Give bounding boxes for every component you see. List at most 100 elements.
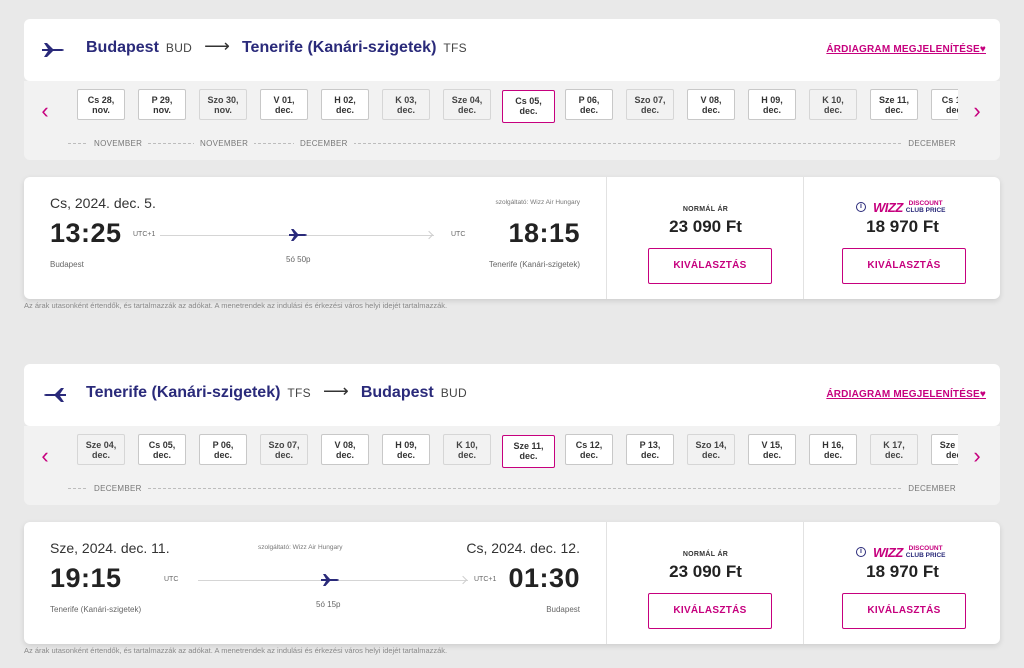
select-club-button[interactable]: KIVÁLASZTÁS bbox=[842, 593, 966, 629]
departure-timezone: UTC+1 bbox=[133, 231, 156, 238]
date-option-month: nov. bbox=[92, 105, 110, 115]
normal-price-label: NORMÁL ÁR bbox=[682, 551, 729, 558]
flight-duration: 5ó 15p bbox=[316, 600, 341, 609]
date-option[interactable]: P 06, dec. bbox=[565, 89, 613, 120]
date-option[interactable]: K 03, dec. bbox=[382, 89, 430, 120]
date-option-day: Sze 04, bbox=[85, 440, 117, 450]
date-option[interactable]: K 10, dec. bbox=[809, 89, 857, 120]
club-price-header: i WIZZ DISCOUNT CLUB PRICE bbox=[805, 199, 1000, 217]
price-chart-link[interactable]: ÁRDIAGRAM MEGJELENÍTÉSE♥ bbox=[826, 389, 986, 400]
date-option-day: P 06, bbox=[212, 440, 234, 450]
select-club-button[interactable]: KIVÁLASZTÁS bbox=[842, 248, 966, 284]
date-option[interactable]: Sze 11, dec. bbox=[502, 435, 555, 468]
outbound-date-list: Cs 28, nov. P 29, nov. Szo 30, nov. V 01, dec. H… bbox=[68, 89, 958, 123]
date-option[interactable]: V 08, dec. bbox=[687, 89, 735, 120]
price-chart-link[interactable]: ÁRDIAGRAM MEGJELENÍTÉSE♥ bbox=[826, 44, 986, 55]
date-option[interactable]: Cs 05, dec. bbox=[138, 434, 186, 465]
next-dates-button[interactable]: › bbox=[970, 445, 984, 467]
outbound-flight-card: Cs, 2024. dec. 5. szolgáltató: Wizz Air … bbox=[24, 177, 1000, 299]
club-logo-caption: DISCOUNT CLUB PRICE bbox=[906, 545, 946, 559]
date-option[interactable]: V 08, dec. bbox=[321, 434, 369, 465]
club-logo-line1: DISCOUNT bbox=[908, 545, 943, 552]
normal-price-box: NORMÁL ÁR 23 090 Ft KIVÁLASZTÁS bbox=[608, 522, 804, 644]
date-option-month: dec. bbox=[274, 450, 293, 460]
disclaimer-text: Az árak utasonként értendők, és tartalma… bbox=[24, 646, 448, 655]
next-dates-button[interactable]: › bbox=[970, 100, 984, 122]
date-option-month: dec. bbox=[519, 451, 538, 461]
date-option[interactable]: H 09, dec. bbox=[382, 434, 430, 465]
date-option-month: dec. bbox=[396, 450, 415, 460]
normal-price: 23 090 Ft bbox=[669, 217, 742, 236]
date-option[interactable]: Szo 30, nov. bbox=[199, 89, 247, 120]
date-option-day: Sze 11, bbox=[878, 95, 910, 105]
date-option-day: Cs 28, bbox=[87, 95, 115, 105]
date-option[interactable]: Szo 07, dec. bbox=[260, 434, 308, 465]
date-option-day: Szo 14, bbox=[695, 440, 727, 450]
date-option[interactable]: Szo 14, dec. bbox=[687, 434, 735, 465]
date-option-day: V 01, bbox=[273, 95, 295, 105]
date-option[interactable]: H 16, dec. bbox=[809, 434, 857, 465]
date-option[interactable]: Sze 04, dec. bbox=[77, 434, 125, 465]
date-option-month: dec. bbox=[152, 450, 171, 460]
prev-dates-button[interactable]: ‹ bbox=[38, 445, 52, 467]
date-option[interactable]: V 01, dec. bbox=[260, 89, 308, 120]
arrival-time: 01:30 bbox=[508, 563, 580, 593]
date-option[interactable]: K 10, dec. bbox=[443, 434, 491, 465]
date-option[interactable]: P 06, dec. bbox=[199, 434, 247, 465]
date-option-month: dec. bbox=[945, 105, 958, 115]
date-option-day: Cs 12, bbox=[575, 440, 603, 450]
date-option-month: dec. bbox=[274, 105, 293, 115]
normal-price: 23 090 Ft bbox=[669, 562, 742, 581]
date-option[interactable]: P 13, dec. bbox=[626, 434, 674, 465]
date-option-day: H 16, bbox=[822, 440, 844, 450]
date-option-month: dec. bbox=[335, 450, 354, 460]
club-price-header: i WIZZ DISCOUNT CLUB PRICE bbox=[805, 544, 1000, 562]
date-option[interactable]: Cs 28, nov. bbox=[77, 89, 125, 120]
date-option[interactable]: Cs 12,dec. bbox=[565, 434, 613, 465]
date-option-day: K 10, bbox=[456, 440, 478, 450]
date-option[interactable]: H 09, dec. bbox=[748, 89, 796, 120]
date-option[interactable]: H 02, dec. bbox=[321, 89, 369, 120]
date-option-day: Szo 07, bbox=[634, 95, 666, 105]
date-option-day: K 03, bbox=[395, 95, 417, 105]
date-option-day: Sze 04, bbox=[451, 95, 483, 105]
date-option-month: dec. bbox=[519, 106, 538, 116]
date-option-day: K 10, bbox=[822, 95, 844, 105]
price-chart-link-label: ÁRDIAGRAM MEGJELENÍTÉSE bbox=[826, 44, 980, 55]
date-option[interactable]: Cs 05, dec. bbox=[502, 90, 555, 123]
airplane-icon bbox=[289, 229, 307, 241]
date-option[interactable]: Szo 07, dec. bbox=[626, 89, 674, 120]
select-normal-button[interactable]: KIVÁLASZTÁS bbox=[648, 248, 772, 284]
route-arrow-icon: ⟶ bbox=[323, 381, 349, 401]
date-option[interactable]: Sze 04, dec. bbox=[443, 89, 491, 120]
date-option-month: dec. bbox=[91, 450, 110, 460]
date-option-month: dec. bbox=[579, 450, 598, 460]
select-normal-button[interactable]: KIVÁLASZTÁS bbox=[648, 593, 772, 629]
price-chart-link-label: ÁRDIAGRAM MEGJELENÍTÉSE bbox=[826, 389, 980, 400]
date-option-month: dec. bbox=[457, 450, 476, 460]
date-option-day: V 08, bbox=[334, 440, 356, 450]
wizz-club-logo: WIZZ DISCOUNT CLUB PRICE bbox=[873, 199, 946, 215]
date-option[interactable]: Sze 11, dec. bbox=[870, 89, 918, 120]
departure-date: Cs, 2024. dec. 5. bbox=[50, 195, 156, 211]
heart-icon: ♥ bbox=[979, 44, 986, 55]
route-line-end bbox=[424, 230, 434, 240]
date-option[interactable]: Sze 18,dec. bbox=[931, 434, 958, 465]
arrival-timezone: UTC bbox=[451, 231, 466, 238]
month-label: NOVEMBER bbox=[194, 138, 255, 149]
date-option[interactable]: K 17, dec. bbox=[870, 434, 918, 465]
prev-dates-button[interactable]: ‹ bbox=[38, 100, 52, 122]
info-icon[interactable]: i bbox=[856, 202, 866, 212]
heart-icon: ♥ bbox=[979, 389, 986, 400]
outbound-month-row: NOVEMBER NOVEMBER DECEMBER DECEMBER bbox=[68, 138, 956, 157]
date-option[interactable]: Cs 12,dec. bbox=[931, 89, 958, 120]
origin-code: BUD bbox=[165, 41, 193, 55]
route-title: Tenerife (Kanári-szigetek) TFS ⟶ Budapes… bbox=[86, 381, 467, 402]
date-option[interactable]: P 29, nov. bbox=[138, 89, 186, 120]
date-option-month: dec. bbox=[701, 105, 720, 115]
date-option-month: dec. bbox=[396, 105, 415, 115]
arrival-timezone: UTC+1 bbox=[474, 576, 497, 583]
date-option[interactable]: V 15, dec. bbox=[748, 434, 796, 465]
date-option-month: dec. bbox=[884, 450, 903, 460]
info-icon[interactable]: i bbox=[856, 547, 866, 557]
